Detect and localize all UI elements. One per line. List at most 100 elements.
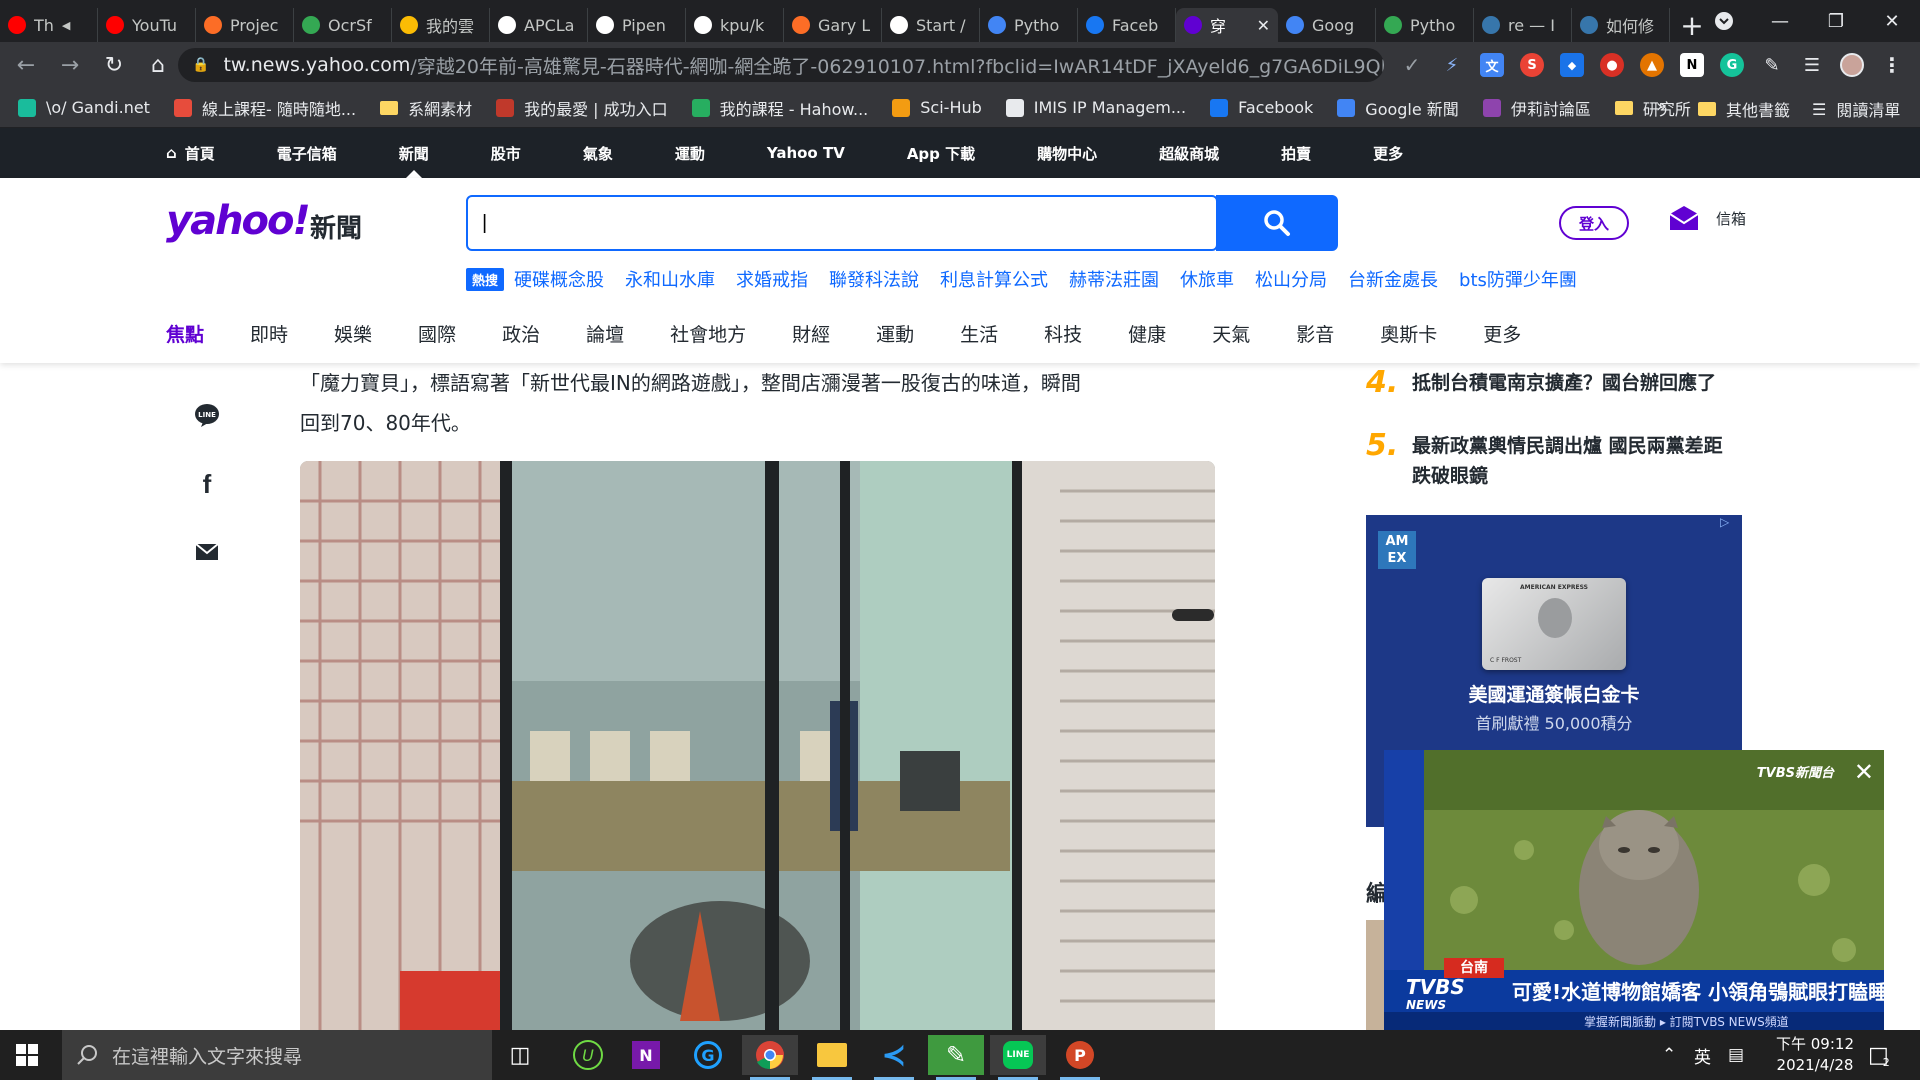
task-view-icon[interactable]: ◫: [492, 1035, 548, 1075]
bookmark-item[interactable]: Sci-Hub: [892, 98, 982, 117]
bookmark-item[interactable]: 系網素材: [380, 96, 472, 120]
category-tab[interactable]: 即時: [250, 320, 288, 347]
bookmark-item[interactable]: \o/ Gandi.net: [18, 98, 150, 117]
browser-tab[interactable]: Projec: [196, 8, 294, 42]
topnav-item[interactable]: 運動: [675, 128, 705, 178]
topnav-item[interactable]: 新聞: [399, 128, 429, 178]
trending-rank-item[interactable]: 4. 抵制台積電南京擴產？國台辦回應了: [1366, 368, 1716, 398]
ime-toggle-icon[interactable]: ▤: [1728, 1030, 1744, 1080]
topnav-item[interactable]: App 下載: [907, 128, 975, 178]
category-tab[interactable]: 影音: [1296, 320, 1334, 347]
category-tab[interactable]: 運動: [876, 320, 914, 347]
login-button[interactable]: 登入: [1559, 206, 1629, 240]
topnav-item[interactable]: 股市: [491, 128, 521, 178]
system-clock[interactable]: 下午 09:12 2021/4/28: [1760, 1034, 1870, 1076]
check-extension-icon[interactable]: ✓: [1400, 53, 1424, 77]
trending-rank-item[interactable]: 5. 最新政黨輿情民調出爐 國民兩黨差距 跌破眼鏡: [1366, 431, 1723, 491]
trending-link[interactable]: 台新金處長: [1348, 266, 1438, 292]
bookmark-item[interactable]: Google 新聞: [1337, 96, 1459, 120]
trending-link[interactable]: 求婚戒指: [736, 266, 808, 292]
trending-link[interactable]: 硬碟概念股: [514, 266, 604, 292]
chrome-menu-icon[interactable]: ⋮: [1880, 53, 1904, 77]
bookmark-item[interactable]: 我的課程 - Hahow...: [691, 96, 868, 120]
bookmark-item[interactable]: 研究所: [1614, 96, 1691, 120]
profile-avatar[interactable]: [1840, 53, 1864, 77]
upwork-app-icon[interactable]: U: [560, 1035, 616, 1075]
topnav-item[interactable]: Yahoo TV: [767, 128, 845, 178]
browser-tab[interactable]: 我的雲: [392, 8, 490, 42]
browser-tab[interactable]: 穿 ✕: [1176, 8, 1278, 42]
translate-extension-icon[interactable]: 文: [1480, 53, 1504, 77]
close-tab-icon[interactable]: ✕: [1257, 16, 1270, 35]
topnav-item[interactable]: 超級商城: [1159, 128, 1219, 178]
trending-link[interactable]: 利息計算公式: [940, 266, 1048, 292]
trending-link[interactable]: 永和山水庫: [625, 266, 715, 292]
audio-playing-icon[interactable]: ◀: [62, 19, 70, 32]
home-icon[interactable]: ⌂: [140, 47, 176, 83]
browser-tab[interactable]: Pytho: [1376, 8, 1474, 42]
browser-tab[interactable]: Gary L: [784, 8, 882, 42]
topnav-item[interactable]: ⌂ 首頁: [166, 128, 215, 178]
facebook-share-icon[interactable]: f: [194, 469, 220, 499]
category-tab[interactable]: 科技: [1044, 320, 1082, 347]
browser-tab[interactable]: Pipen: [588, 8, 686, 42]
topnav-item[interactable]: 更多: [1373, 128, 1403, 178]
powerpoint-app-icon[interactable]: P: [1052, 1035, 1108, 1080]
yahoo-logo[interactable]: yahoo!: [166, 198, 311, 244]
browser-tab[interactable]: Faceb: [1078, 8, 1176, 42]
taskbar-search[interactable]: 在這裡輸入文字來搜尋: [62, 1030, 492, 1080]
category-tab[interactable]: 國際: [418, 320, 456, 347]
category-tab[interactable]: 社會地方: [670, 320, 746, 347]
line-share-icon[interactable]: LINE: [194, 402, 220, 428]
fire-extension-icon[interactable]: ▲: [1640, 53, 1664, 77]
topnav-item[interactable]: 購物中心: [1037, 128, 1097, 178]
forward-icon[interactable]: →: [52, 47, 88, 83]
vscode-app-icon[interactable]: ≺: [866, 1035, 922, 1080]
tab-search-icon[interactable]: [1696, 0, 1752, 42]
restore-icon[interactable]: ❐: [1808, 0, 1864, 42]
trending-link[interactable]: bts防彈少年團: [1459, 266, 1577, 292]
browser-tab[interactable]: Start /: [882, 8, 980, 42]
category-tab[interactable]: 健康: [1128, 320, 1166, 347]
pen-app-icon[interactable]: ✎: [928, 1035, 984, 1080]
yahoo-news-logo-sub[interactable]: 新聞: [310, 208, 362, 245]
trending-link[interactable]: 赫蒂法莊園: [1069, 266, 1159, 292]
category-tab[interactable]: 焦點: [166, 320, 204, 347]
notification-center-icon[interactable]: □ 2: [1868, 1030, 1890, 1080]
bookmark-item[interactable]: 線上課程- 隨時隨地...: [173, 96, 356, 120]
browser-tab[interactable]: APCLa: [490, 8, 588, 42]
browser-tab[interactable]: re — I: [1474, 8, 1572, 42]
search-box[interactable]: [466, 195, 1218, 251]
reading-list[interactable]: ☰ 閱讀清單: [1812, 97, 1900, 121]
input-method-indicator[interactable]: 英: [1694, 1030, 1711, 1080]
address-bar[interactable]: 🔒 tw.news.yahoo.com /穿越20年前-高雄驚見-石器時代-網咖…: [178, 48, 1384, 82]
trending-link[interactable]: 聯發科法說: [829, 266, 919, 292]
article-photo[interactable]: [300, 461, 1215, 1031]
category-tab[interactable]: 更多: [1483, 320, 1521, 347]
floating-video-player[interactable]: ✕ TVBS新聞台 台南 TVBS NEWS 可愛!水道博物館嬌客 小領角鴞賦眼…: [1384, 750, 1884, 1030]
email-share-icon[interactable]: [194, 539, 220, 565]
bookmarks-overflow[interactable]: »: [1656, 96, 1667, 117]
category-tab[interactable]: 生活: [960, 320, 998, 347]
browser-tab[interactable]: kpu/k: [686, 8, 784, 42]
notion-extension-icon[interactable]: N: [1680, 53, 1704, 77]
shape-extension-icon[interactable]: ◆: [1560, 53, 1584, 77]
bookmark-item[interactable]: Facebook: [1210, 98, 1313, 117]
browser-tab[interactable]: Goog: [1278, 8, 1376, 42]
category-tab[interactable]: 論壇: [586, 320, 624, 347]
topnav-item[interactable]: 拍賣: [1281, 128, 1311, 178]
search-button[interactable]: [1216, 195, 1338, 251]
windows-start-icon[interactable]: [16, 1044, 38, 1070]
record-extension-icon[interactable]: ●: [1600, 53, 1624, 77]
grammarly-extension-icon[interactable]: G: [1720, 53, 1744, 77]
chrome-app-icon[interactable]: [742, 1035, 798, 1080]
browser-tab[interactable]: 如何修: [1572, 8, 1670, 42]
minimize-icon[interactable]: —: [1752, 0, 1808, 42]
search-input[interactable]: [482, 207, 1062, 239]
category-tab[interactable]: 奧斯卡: [1380, 320, 1437, 347]
browser-tab[interactable]: YouTu: [98, 8, 196, 42]
mail-link[interactable]: 信箱: [1668, 204, 1746, 232]
browser-tab[interactable]: OcrSf: [294, 8, 392, 42]
bookmark-item[interactable]: 伊莉討論區: [1482, 96, 1591, 120]
trending-link[interactable]: 休旅車: [1180, 266, 1234, 292]
